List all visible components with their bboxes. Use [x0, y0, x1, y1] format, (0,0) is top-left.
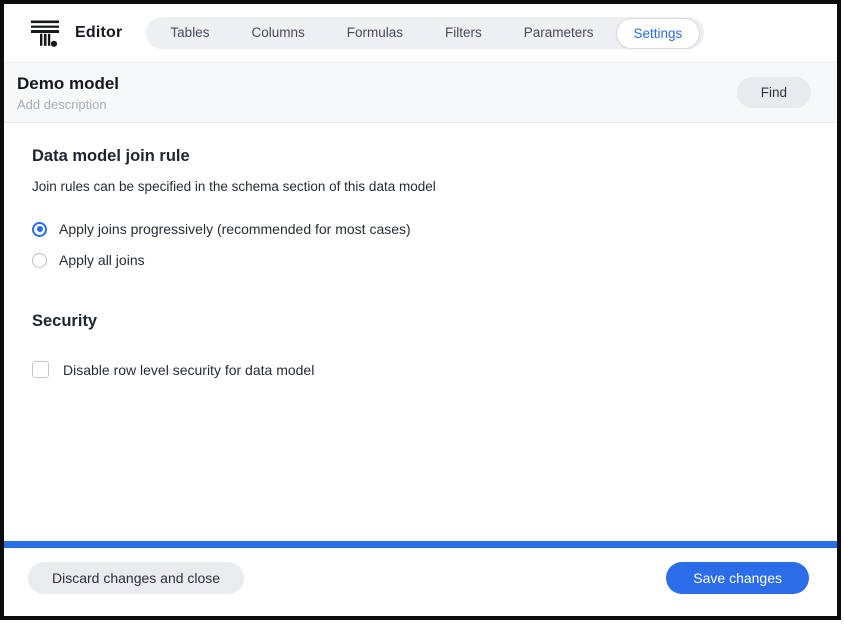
model-title-block: Demo model Add description	[17, 73, 119, 112]
model-title[interactable]: Demo model	[17, 73, 119, 94]
radio-option-all-joins[interactable]: Apply all joins	[32, 252, 807, 268]
save-changes-button[interactable]: Save changes	[666, 562, 809, 594]
footer-actions: Discard changes and close Save changes	[4, 548, 837, 616]
pillar-t-logo-icon	[30, 18, 60, 48]
radio-option-progressive-joins[interactable]: Apply joins progressively (recommended f…	[32, 221, 807, 237]
tab-settings[interactable]: Settings	[616, 18, 701, 49]
find-button[interactable]: Find	[737, 77, 811, 108]
editor-modal: Editor Tables Columns Formulas Filters P…	[0, 0, 841, 620]
tab-columns[interactable]: Columns	[230, 17, 325, 49]
app-title: Editor	[75, 24, 122, 42]
tab-filters[interactable]: Filters	[424, 17, 503, 49]
disable-rls-checkbox-row[interactable]: Disable row level security for data mode…	[32, 361, 807, 378]
settings-panel: Data model join rule Join rules can be s…	[4, 123, 837, 378]
radio-option-label[interactable]: Apply joins progressively (recommended f…	[59, 221, 411, 237]
security-heading: Security	[32, 312, 807, 331]
tab-parameters[interactable]: Parameters	[503, 17, 615, 49]
accent-divider-bar	[4, 541, 837, 548]
checkbox-label[interactable]: Disable row level security for data mode…	[63, 362, 314, 378]
radio-selected-icon[interactable]	[32, 222, 47, 237]
model-description-placeholder[interactable]: Add description	[17, 97, 119, 112]
tab-formulas[interactable]: Formulas	[326, 17, 424, 49]
join-rule-subtext: Join rules can be specified in the schem…	[32, 179, 807, 194]
top-nav: Editor Tables Columns Formulas Filters P…	[4, 4, 837, 63]
bottom-dock: Discard changes and close Save changes	[4, 541, 837, 616]
join-rule-heading: Data model join rule	[32, 147, 807, 166]
tab-tables[interactable]: Tables	[149, 17, 230, 49]
checkbox-unchecked-icon[interactable]	[32, 361, 49, 378]
discard-changes-button[interactable]: Discard changes and close	[28, 562, 244, 594]
model-header: Demo model Add description Find	[4, 63, 837, 123]
editor-tab-bar: Tables Columns Formulas Filters Paramete…	[146, 17, 704, 49]
radio-option-label[interactable]: Apply all joins	[59, 252, 145, 268]
radio-unselected-icon[interactable]	[32, 253, 47, 268]
